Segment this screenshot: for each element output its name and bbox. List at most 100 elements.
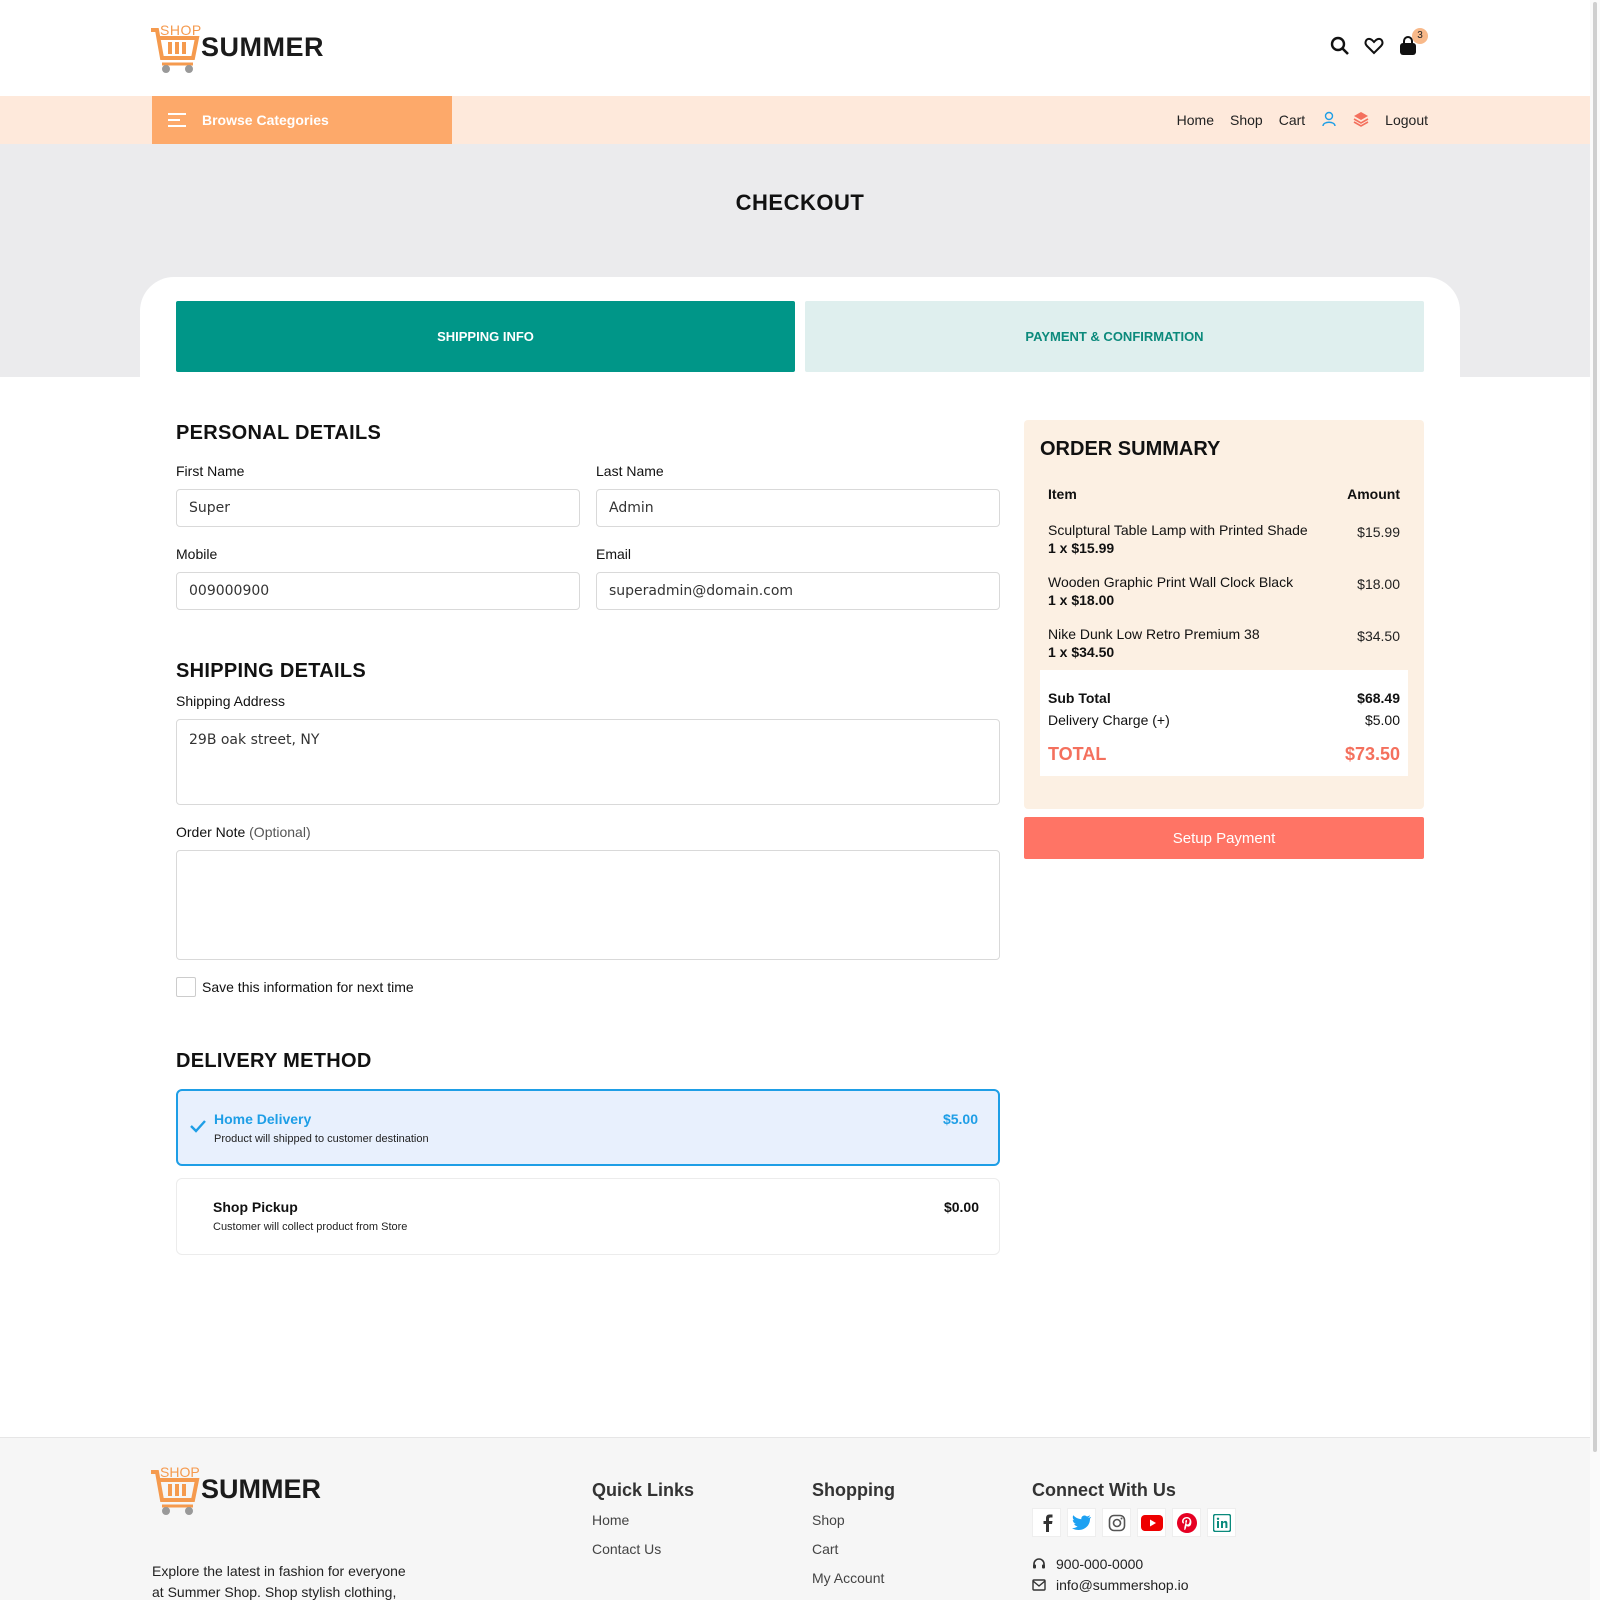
shopping-bag-icon[interactable]: 3 (1398, 28, 1428, 56)
nav-link-shop[interactable]: Shop (1230, 112, 1263, 128)
logo-summer-text: SUMMER (201, 32, 324, 62)
mobile-field[interactable]: 009000900 (176, 572, 580, 610)
footer-phone-text: 900-000-0000 (1056, 1556, 1144, 1572)
footer-email[interactable]: info@summershop.io (1032, 1577, 1189, 1593)
logo-shop-text: SHOP (160, 1464, 200, 1480)
summary-col-amount: Amount (1347, 486, 1400, 502)
order-note-label: Order Note (Optional) (176, 824, 311, 840)
summary-item-qty: 1 x $34.50 (1048, 644, 1115, 660)
total-label: TOTAL (1048, 744, 1107, 764)
linkedin-icon[interactable] (1207, 1508, 1236, 1537)
pinterest-icon[interactable] (1172, 1508, 1201, 1537)
summary-item-amount: $34.50 (1357, 628, 1400, 644)
summary-item-qty: 1 x $15.99 (1048, 540, 1115, 556)
scrollbar-thumb[interactable] (1593, 2, 1597, 1452)
delivery-charge-value: $5.00 (1364, 712, 1400, 728)
personal-details-heading: PERSONAL DETAILS (176, 422, 382, 444)
nav-link-cart[interactable]: Cart (1279, 112, 1305, 128)
orders-layers-icon[interactable] (1353, 111, 1369, 130)
headset-icon (1033, 1558, 1045, 1569)
tab-payment-confirmation[interactable]: PAYMENT & CONFIRMATION (805, 301, 1424, 372)
summary-item-row: Sculptural Table Lamp with Printed Shade… (1048, 522, 1400, 562)
summary-item-name: Nike Dunk Low Retro Premium 38 (1048, 626, 1260, 642)
summary-header-row: Item Amount (1048, 486, 1400, 502)
delivery-option-price: $5.00 (942, 1111, 978, 1127)
logo-summer-text: SUMMER (201, 1474, 321, 1504)
summary-item-row: Wooden Graphic Print Wall Clock Black 1 … (1048, 574, 1400, 614)
order-note-optional: (Optional) (249, 824, 311, 840)
footer-logo[interactable]: SHOP SUMMER (149, 1464, 329, 1518)
footer-link-cart[interactable]: Cart (812, 1541, 838, 1557)
email-field[interactable]: superadmin@domain.com (596, 572, 1000, 610)
shipping-address-field[interactable]: 29B oak street, NY (176, 719, 1000, 805)
quick-links-heading: Quick Links (592, 1480, 695, 1500)
shipping-address-label: Shipping Address (176, 693, 285, 709)
twitter-icon[interactable] (1067, 1508, 1096, 1537)
logo-shop-text: SHOP (160, 22, 202, 38)
search-icon[interactable] (1330, 36, 1350, 56)
user-account-icon[interactable] (1321, 111, 1337, 130)
cart-count-badge: 3 (1412, 28, 1428, 44)
order-note-label-text: Order Note (176, 824, 246, 840)
connect-heading: Connect With Us (1032, 1480, 1176, 1500)
shopping-heading: Shopping (812, 1480, 895, 1500)
order-note-field[interactable] (176, 850, 1000, 960)
nav-links: Home Shop Cart Logout (1177, 96, 1428, 144)
summary-item-amount: $18.00 (1357, 576, 1400, 592)
total-row: TOTAL $73.50 (1048, 744, 1400, 765)
footer-link-contact[interactable]: Contact Us (592, 1541, 661, 1557)
footer-link-home[interactable]: Home (592, 1512, 629, 1528)
delivery-option-home[interactable]: Home Delivery Product will shipped to cu… (176, 1089, 1000, 1166)
delivery-option-title: Home Delivery (214, 1111, 312, 1127)
first-name-field[interactable]: Super (176, 489, 580, 527)
footer-about-text: Explore the latest in fashion for everyo… (152, 1563, 406, 1600)
tab-shipping-info[interactable]: SHIPPING INFO (176, 301, 795, 372)
save-info-label: Save this information for next time (202, 979, 414, 995)
summary-totals: Sub Total $68.49 Delivery Charge (+) $5.… (1040, 670, 1408, 776)
site-header: SHOP SUMMER 3 (0, 0, 1600, 96)
check-icon (190, 1119, 206, 1138)
facebook-icon[interactable] (1032, 1508, 1061, 1537)
summary-col-item: Item (1048, 486, 1077, 502)
menu-bars-icon (168, 112, 186, 128)
footer-phone[interactable]: 900-000-0000 (1032, 1556, 1143, 1572)
last-name-field[interactable]: Admin (596, 489, 1000, 527)
delivery-charge-row: Delivery Charge (+) $5.00 (1048, 712, 1400, 728)
page-title: CHECKOUT (735, 190, 865, 215)
mail-icon (1032, 1579, 1046, 1591)
delivery-option-title: Shop Pickup (213, 1199, 298, 1215)
site-logo[interactable]: SHOP SUMMER (149, 22, 329, 76)
browse-categories-button[interactable]: Browse Categories (152, 96, 452, 144)
youtube-icon[interactable] (1137, 1508, 1166, 1537)
save-info-checkbox[interactable] (176, 977, 196, 997)
first-name-label: First Name (176, 463, 245, 479)
summary-item-name: Wooden Graphic Print Wall Clock Black (1048, 574, 1294, 590)
delivery-option-desc: Product will shipped to customer destina… (214, 1133, 429, 1145)
nav-link-home[interactable]: Home (1177, 112, 1214, 128)
footer-link-shop[interactable]: Shop (812, 1512, 845, 1528)
page-scrollbar[interactable] (1590, 0, 1600, 1600)
last-name-label: Last Name (596, 463, 664, 479)
total-value: $73.50 (1344, 744, 1400, 764)
subtotal-label: Sub Total (1048, 690, 1111, 706)
summary-item-qty: 1 x $18.00 (1048, 592, 1115, 608)
delivery-option-price: $0.00 (943, 1199, 979, 1215)
email-label: Email (596, 546, 632, 562)
delivery-option-desc: Customer will collect product from Store (213, 1221, 408, 1233)
delivery-option-pickup[interactable]: Shop Pickup Customer will collect produc… (176, 1178, 1000, 1255)
order-summary-panel: ORDER SUMMARY Item Amount Sculptural Tab… (1024, 420, 1424, 809)
nav-link-logout[interactable]: Logout (1385, 112, 1428, 128)
wishlist-heart-icon[interactable] (1364, 36, 1384, 56)
instagram-icon[interactable] (1102, 1508, 1131, 1537)
main-navbar: Browse Categories Home Shop Cart Logout (0, 96, 1600, 144)
footer-email-text: info@summershop.io (1056, 1577, 1189, 1593)
social-links (1032, 1508, 1236, 1537)
summary-item-name: Sculptural Table Lamp with Printed Shade (1048, 522, 1308, 538)
setup-payment-button[interactable]: Setup Payment (1024, 817, 1424, 859)
delivery-method-heading: DELIVERY METHOD (176, 1050, 372, 1072)
shipping-details-heading: SHIPPING DETAILS (176, 660, 367, 682)
summary-item-row: Nike Dunk Low Retro Premium 38 1 x $34.5… (1048, 626, 1400, 666)
header-actions: 3 (1330, 28, 1428, 56)
order-summary-heading: ORDER SUMMARY (1040, 438, 1221, 460)
footer-link-account[interactable]: My Account (812, 1570, 884, 1586)
